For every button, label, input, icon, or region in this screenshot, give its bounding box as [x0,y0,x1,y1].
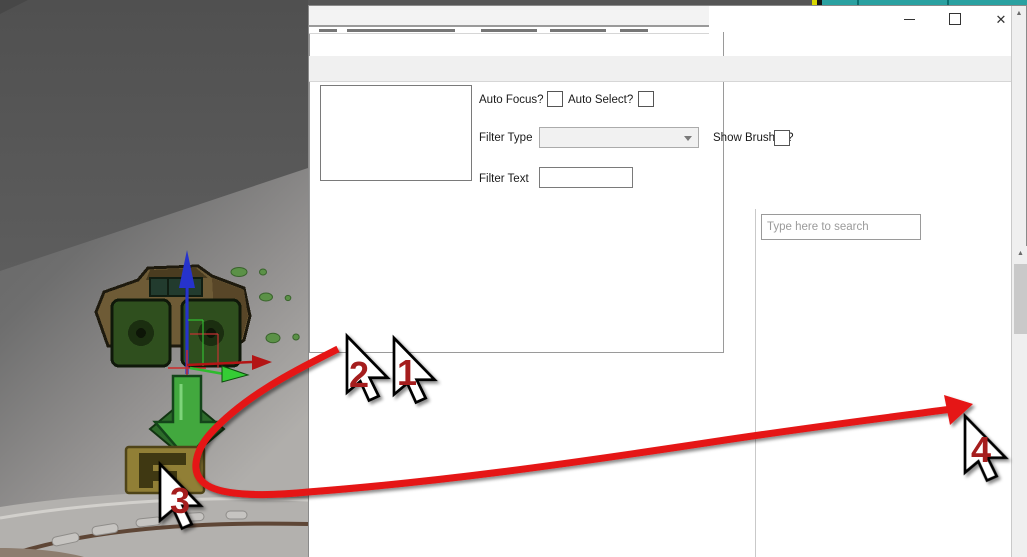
fx-actor-f-icon[interactable] [126,447,204,493]
properties-scrollbar[interactable]: ▲ [1013,246,1027,557]
level-list[interactable] [320,85,472,181]
close-icon: ✕ [996,13,1007,26]
maximize-icon [949,13,961,25]
scroll-up-arrow[interactable]: ▲ [1013,246,1027,262]
auto-focus-checkbox[interactable] [547,91,563,107]
scene-window: U Scene ✕ Auto Focus? Auto Select? Filte… [308,5,1027,557]
maximize-button[interactable] [932,6,978,32]
filter-type-label: Filter Type [479,132,532,144]
3d-viewport[interactable] [0,0,308,557]
panel-splitter[interactable] [755,209,756,557]
show-brushes-checkbox[interactable] [774,130,790,146]
chevron-down-icon [684,136,692,141]
tab-bar [309,56,1026,82]
actor-table-header [309,6,709,27]
auto-select-checkbox[interactable] [638,91,654,107]
auto-select-label: Auto Select? [568,94,633,106]
table-row-partial[interactable] [309,27,709,34]
filter-text-label: Filter Text [479,173,529,185]
screenshot-stage: U Scene ✕ Auto Focus? Auto Select? Filte… [0,0,1027,557]
properties-scrollbar-thumb[interactable] [1014,264,1027,334]
minimize-button[interactable] [886,6,932,32]
minimize-icon [904,19,915,20]
filter-type-dropdown[interactable] [539,127,699,148]
property-search-input[interactable] [761,214,921,240]
road [0,491,308,557]
auto-focus-label: Auto Focus? [479,94,544,106]
filter-text-input[interactable] [539,167,633,188]
